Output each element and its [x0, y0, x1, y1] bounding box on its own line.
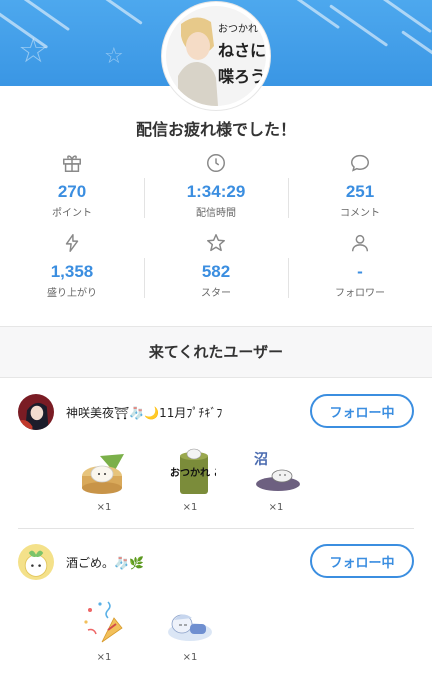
visitor-row: 神咲美夜⛩🧦🌙11月ﾌﾟﾁｷﾞﾌ フォロー中 ×1 おつかれ ×1 沼 ×1 [0, 380, 432, 528]
visitor-row: 酒ごめ。🧦🌿 フォロー中 ×1 ×1 [0, 530, 432, 680]
star-decoration-icon: ☆ [104, 44, 124, 69]
star-icon [144, 230, 288, 256]
visitors-section-header: 来てくれたユーザー [0, 326, 432, 378]
avatar[interactable] [18, 394, 54, 430]
stat-stars: 582 スター [144, 230, 288, 310]
comment-icon [288, 150, 432, 176]
gift-list: ×1 ×1 [78, 596, 250, 663]
stat-excitement: 1,358 盛り上がり [0, 230, 144, 310]
lightning-icon [0, 230, 144, 256]
svg-text:おつかれ: おつかれ [218, 23, 258, 35]
person-icon [288, 230, 432, 256]
clock-icon [144, 150, 288, 176]
dumpling-steamer-icon [78, 446, 130, 498]
sleeping-character-icon [164, 596, 216, 648]
gift-item: 沼 ×1 [250, 446, 302, 513]
stat-duration: 1:34:29 配信時間 [144, 150, 288, 230]
follow-button[interactable]: フォロー中 [310, 394, 414, 428]
star-decoration-icon: ☆ [18, 31, 49, 71]
gift-item: ×1 [78, 446, 130, 513]
gift-item: ×1 [78, 596, 130, 663]
visitors-heading: 来てくれたユーザー [148, 344, 284, 361]
divider [18, 528, 414, 529]
stat-points: 270 ポイント [0, 150, 144, 230]
gift-item: ×1 [164, 596, 216, 663]
user-name[interactable]: 神咲美夜⛩🧦🌙11月ﾌﾟﾁｷﾞﾌ [66, 404, 222, 421]
svg-text:喋ろう: 喋ろう [218, 67, 266, 86]
gift-icon [0, 150, 144, 176]
stat-followers: - フォロワー [288, 230, 432, 310]
gift-list: ×1 おつかれ ごま ×1 沼 [78, 446, 336, 513]
page-title: 配信お疲れ様でした！ [135, 122, 296, 139]
svg-text:おつかれ ごま: おつかれ ごま [170, 466, 216, 479]
gift-item: おつかれ ごま ×1 [164, 446, 216, 513]
stat-comments: 251 コメント [288, 150, 432, 230]
svg-text:ねさに: ねさに [218, 41, 266, 60]
follow-button[interactable]: フォロー中 [310, 544, 414, 578]
party-popper-icon [78, 596, 130, 648]
stats-grid: 270 ポイント 1:34:29 配信時間 251 コメント 1,358 盛り上… [0, 150, 432, 310]
streamer-avatar: おつかれ ねさに 喋ろう [162, 2, 270, 110]
user-name[interactable]: 酒ごめ。🧦🌿 [66, 554, 144, 571]
otsukare-goma-icon: おつかれ ごま [164, 446, 216, 498]
svg-text:沼: 沼 [254, 452, 268, 468]
avatar[interactable] [18, 544, 54, 580]
swamp-creature-icon: 沼 [250, 446, 302, 498]
